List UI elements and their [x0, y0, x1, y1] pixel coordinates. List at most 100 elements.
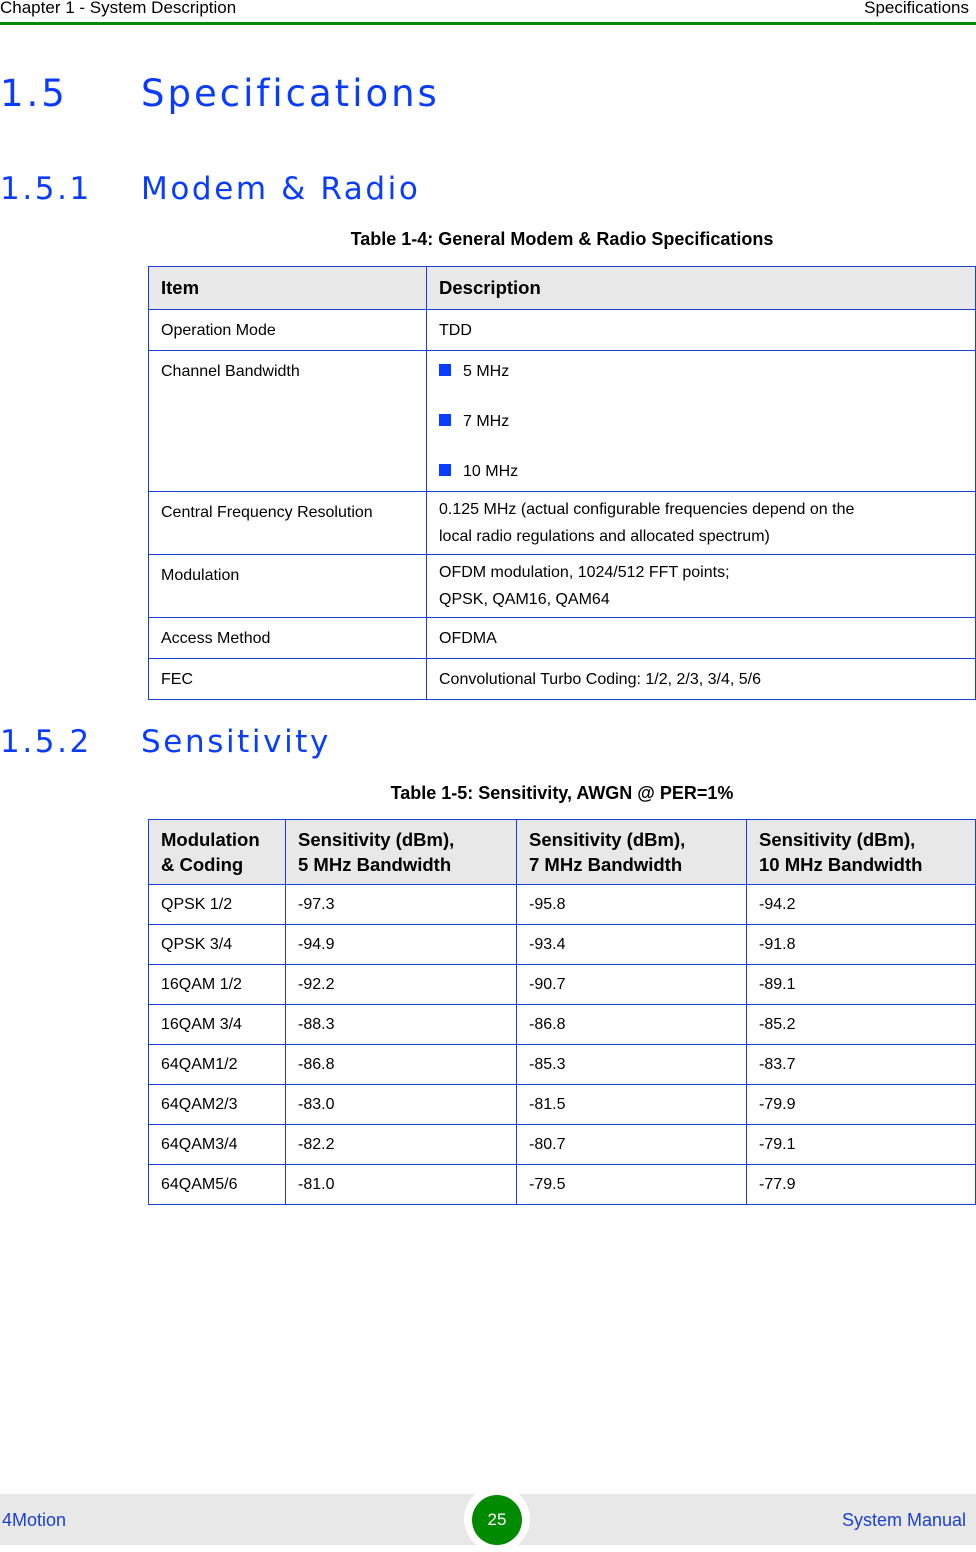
table-row: 64QAM2/3 -83.0 -81.5 -79.9: [148, 1084, 976, 1125]
description-cell: OFDM modulation, 1024/512 FFT points; QP…: [426, 554, 976, 618]
chapter-title: Chapter 1 - System Description: [0, 0, 237, 17]
subsection-number: 1.5.2: [0, 724, 92, 760]
subsection-heading-sensitivity: 1.5.2 Sensitivity: [0, 724, 331, 760]
sensitivity-5mhz-cell: -97.3: [285, 884, 517, 925]
table-row: 64QAM5/6 -81.0 -79.5 -77.9: [148, 1164, 976, 1205]
page-number: 25: [472, 1495, 522, 1545]
header-line: 7 MHz Bandwidth: [529, 854, 683, 875]
product-name: 4Motion: [2, 1510, 67, 1530]
sensitivity-7mhz-cell: -79.5: [516, 1164, 747, 1205]
header-line: Sensitivity (dBm),: [759, 829, 916, 850]
modulation-cell: 64QAM5/6: [148, 1164, 286, 1205]
table-row: QPSK 1/2 -97.3 -95.8 -94.2: [148, 884, 976, 925]
modulation-cell: QPSK 1/2: [148, 884, 286, 925]
table-caption-modem: Table 1-4: General Modem & Radio Specifi…: [350, 229, 774, 249]
column-header-item: Item: [148, 266, 427, 310]
table-row: Access Method OFDMA: [148, 617, 976, 659]
sensitivity-5mhz-cell: -94.9: [285, 924, 517, 965]
modulation-cell: 64QAM1/2: [148, 1044, 286, 1085]
table-row: Central Frequency Resolution 0.125 MHz (…: [148, 491, 976, 555]
table-row: Modulation OFDM modulation, 1024/512 FFT…: [148, 554, 976, 618]
list-item: 7 MHz: [439, 411, 963, 461]
subsection-heading-text: Sensitivity: [141, 724, 331, 760]
description-cell: 5 MHz 7 MHz 10 MHz: [426, 350, 976, 492]
list-item: 5 MHz: [439, 361, 963, 411]
sensitivity-10mhz-cell: -91.8: [746, 924, 976, 965]
sensitivity-5mhz-cell: -86.8: [285, 1044, 517, 1085]
description-cell: 0.125 MHz (actual configurable frequenci…: [426, 491, 976, 555]
sensitivity-7mhz-cell: -86.8: [516, 1004, 747, 1045]
modulation-cell: 64QAM3/4: [148, 1124, 286, 1165]
modulation-cell: 64QAM2/3: [148, 1084, 286, 1125]
description-line: 0.125 MHz (actual configurable frequenci…: [439, 501, 855, 518]
sensitivity-10mhz-cell: -83.7: [746, 1044, 976, 1085]
column-header-7mhz: Sensitivity (dBm), 7 MHz Bandwidth: [516, 819, 747, 885]
item-cell: Access Method: [148, 617, 427, 659]
sensitivity-7mhz-cell: -85.3: [516, 1044, 747, 1085]
sensitivity-5mhz-cell: -92.2: [285, 964, 517, 1005]
running-header: Chapter 1 - System Description Specifica…: [0, 0, 976, 25]
column-header-10mhz: Sensitivity (dBm), 10 MHz Bandwidth: [746, 819, 976, 885]
header-line: Sensitivity (dBm),: [529, 829, 686, 850]
bandwidth-value: 10 MHz: [463, 463, 519, 480]
sensitivity-5mhz-cell: -81.0: [285, 1164, 517, 1205]
header-line: 5 MHz Bandwidth: [298, 854, 452, 875]
table-header-row: Modulation & Coding Sensitivity (dBm), 5 M…: [148, 819, 976, 885]
table-row: FEC Convolutional Turbo Coding: 1/2, 2/3…: [148, 658, 976, 700]
table-header-row: Item Description: [148, 266, 976, 310]
table-caption-sensitivity: Table 1-5: Sensitivity, AWGN @ PER=1%: [390, 783, 734, 803]
sensitivity-table: Modulation & Coding Sensitivity (dBm), 5 M…: [148, 819, 976, 1205]
modulation-cell: 16QAM 1/2: [148, 964, 286, 1005]
sensitivity-7mhz-cell: -90.7: [516, 964, 747, 1005]
subsection-number: 1.5.1: [0, 171, 92, 207]
section-heading: 1.5 Specifications: [0, 72, 440, 115]
sensitivity-10mhz-cell: -79.1: [746, 1124, 976, 1165]
description-cell: OFDMA: [426, 617, 976, 659]
sensitivity-10mhz-cell: -77.9: [746, 1164, 976, 1205]
description-line: OFDM modulation, 1024/512 FFT points;: [439, 564, 730, 581]
sensitivity-10mhz-cell: -85.2: [746, 1004, 976, 1045]
column-header-description: Description: [426, 266, 976, 310]
subsection-heading-text: Modem & Radio: [141, 171, 421, 207]
table-row: QPSK 3/4 -94.9 -93.4 -91.8: [148, 924, 976, 965]
table-row: 16QAM 3/4 -88.3 -86.8 -85.2: [148, 1004, 976, 1045]
item-cell: Channel Bandwidth: [148, 350, 427, 492]
section-title: Specifications: [864, 0, 969, 17]
description-cell: Convolutional Turbo Coding: 1/2, 2/3, 3/…: [426, 658, 976, 700]
sensitivity-7mhz-cell: -95.8: [516, 884, 747, 925]
header-line: 10 MHz Bandwidth: [759, 854, 923, 875]
modem-radio-spec-table: Item Description Operation Mode TDD Chan…: [148, 266, 976, 700]
table-row: 16QAM 1/2 -92.2 -90.7 -89.1: [148, 964, 976, 1005]
bandwidth-value: 7 MHz: [463, 413, 510, 430]
item-cell: Modulation: [148, 554, 427, 618]
item-cell: Central Frequency Resolution: [148, 491, 427, 555]
column-header-modulation: Modulation & Coding: [148, 819, 286, 885]
section-heading-text: Specifications: [141, 72, 440, 115]
header-line: Sensitivity (dBm),: [298, 829, 455, 850]
square-bullet-icon: [439, 414, 451, 426]
description-line: QPSK, QAM16, QAM64: [439, 591, 610, 608]
square-bullet-icon: [439, 364, 451, 376]
table-row: 64QAM1/2 -86.8 -85.3 -83.7: [148, 1044, 976, 1085]
list-item: 10 MHz: [439, 461, 963, 482]
sensitivity-5mhz-cell: -83.0: [285, 1084, 517, 1125]
page-footer: 4Motion 25 System Manual: [0, 1486, 976, 1552]
sensitivity-5mhz-cell: -82.2: [285, 1124, 517, 1165]
sensitivity-5mhz-cell: -88.3: [285, 1004, 517, 1045]
page-number-badge: 25: [464, 1486, 530, 1552]
column-header-5mhz: Sensitivity (dBm), 5 MHz Bandwidth: [285, 819, 517, 885]
sensitivity-7mhz-cell: -80.7: [516, 1124, 747, 1165]
table-row: Channel Bandwidth 5 MHz 7 MHz 10 MHz: [148, 350, 976, 492]
description-cell: TDD: [426, 309, 976, 351]
section-number: 1.5: [0, 72, 68, 115]
table-row: 64QAM3/4 -82.2 -80.7 -79.1: [148, 1124, 976, 1165]
bandwidth-list: 5 MHz 7 MHz 10 MHz: [439, 361, 963, 482]
header-line: Modulation: [161, 829, 260, 850]
modulation-cell: 16QAM 3/4: [148, 1004, 286, 1045]
sensitivity-7mhz-cell: -93.4: [516, 924, 747, 965]
description-line: local radio regulations and allocated sp…: [439, 528, 770, 545]
header-line: & Coding: [161, 854, 244, 875]
sensitivity-10mhz-cell: -79.9: [746, 1084, 976, 1125]
sensitivity-10mhz-cell: -89.1: [746, 964, 976, 1005]
square-bullet-icon: [439, 464, 451, 476]
